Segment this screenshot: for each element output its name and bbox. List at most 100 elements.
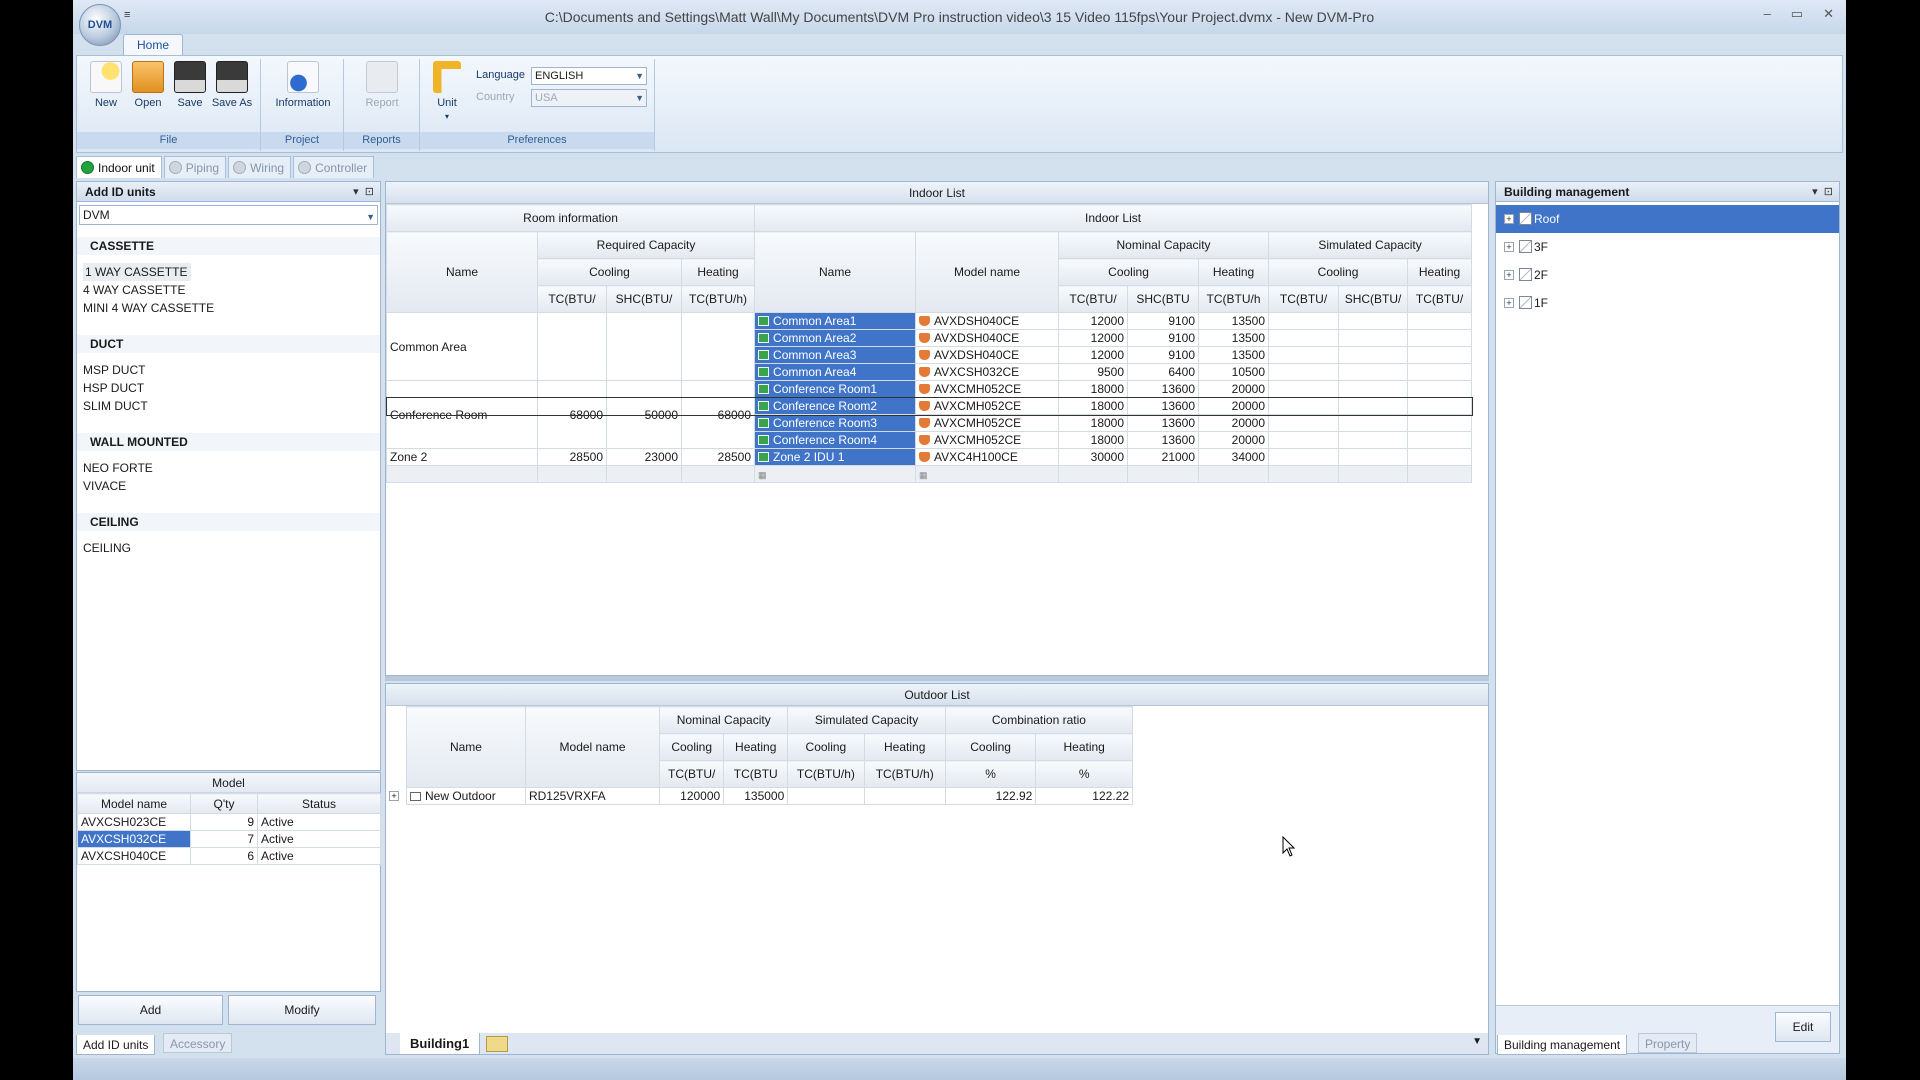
- simulated-tc-cell: [1268, 346, 1340, 364]
- tab-controller[interactable]: Controller: [293, 156, 375, 178]
- tab-home[interactable]: Home: [123, 34, 183, 56]
- table-row[interactable]: + New Outdoor RD125VRXFA 120000 135000 1…: [389, 787, 1133, 805]
- save-button[interactable]: Save: [169, 61, 211, 110]
- tab-property[interactable]: Property: [1638, 1033, 1698, 1053]
- outdoor-unit-icon: [410, 792, 421, 801]
- simulated-tc-cell: [1268, 431, 1340, 449]
- tab-wiring[interactable]: Wiring: [228, 156, 292, 178]
- report-button[interactable]: Report: [358, 61, 406, 110]
- model-name-cell: AVXCSH023CE: [77, 813, 191, 831]
- app-logo-button[interactable]: DVM: [79, 4, 121, 46]
- new-row-cell[interactable]: ▦: [754, 465, 917, 483]
- close-button[interactable]: ✕: [1823, 6, 1834, 22]
- splitter[interactable]: [385, 676, 1489, 681]
- expand-icon[interactable]: +: [1504, 214, 1514, 224]
- checkbox-icon[interactable]: [758, 401, 770, 411]
- table-row[interactable]: AVXCSH040CE 6 Active: [77, 847, 381, 865]
- tab-building-management[interactable]: Building management: [1497, 1035, 1628, 1055]
- expand-icon[interactable]: +: [1504, 298, 1514, 308]
- table-row[interactable]: AVXCSH032CE 7 Active: [77, 830, 381, 848]
- nominal-tc-cell: 12000: [1058, 312, 1129, 330]
- table-row[interactable]: Common Area Common Area1 AVXDSH040CE 120…: [386, 312, 1473, 381]
- unit-header: TC(BTU/: [1058, 285, 1129, 313]
- room-name-header[interactable]: Name: [386, 231, 538, 313]
- new-button[interactable]: New: [85, 61, 127, 110]
- model-name-header[interactable]: Model name: [77, 793, 191, 814]
- chevron-down-icon[interactable]: ▼: [1472, 1036, 1482, 1047]
- outdoor-model-header[interactable]: Model name: [524, 706, 661, 788]
- checkbox-icon[interactable]: [758, 384, 770, 394]
- room-shc-cell: [606, 312, 682, 381]
- status-header[interactable]: Status: [257, 793, 381, 814]
- checkbox-icon[interactable]: [758, 350, 770, 360]
- category-item[interactable]: MSP DUCT: [77, 361, 380, 379]
- category-item[interactable]: MINI 4 WAY CASSETTE: [77, 299, 380, 317]
- checkbox-icon[interactable]: [758, 316, 770, 326]
- room-tc-cell: 68000: [537, 380, 607, 449]
- checkbox-icon[interactable]: [758, 333, 770, 343]
- modify-button[interactable]: Modify: [228, 995, 376, 1025]
- tab-accessory[interactable]: Accessory: [163, 1033, 233, 1053]
- table-row[interactable]: AVXCSH023CE 9 Active: [77, 813, 381, 831]
- country-select[interactable]: USA ▼: [531, 89, 647, 107]
- save-as-button[interactable]: Save As: [211, 61, 253, 110]
- category-item[interactable]: NEO FORTE: [77, 459, 380, 477]
- unit-button[interactable]: Unit ▾: [426, 61, 468, 123]
- table-row[interactable]: Conference Room 68000 50000 68000 Confer…: [386, 380, 1473, 449]
- maximize-button[interactable]: ▭: [1791, 6, 1803, 22]
- checkbox-icon[interactable]: [758, 435, 770, 445]
- checkbox-icon[interactable]: [758, 418, 770, 428]
- category-wall-mounted: WALL MOUNTED: [77, 433, 380, 451]
- panel-menu-pin-icon[interactable]: ▾ ⊡: [353, 182, 374, 202]
- nominal-shc-cell: 9100: [1127, 312, 1200, 330]
- indoor-name-header[interactable]: Name: [754, 231, 917, 313]
- category-item[interactable]: SLIM DUCT: [77, 397, 380, 415]
- room-heat-cell: 68000: [680, 380, 756, 449]
- indoor-list-panel: Indoor List Room information Indoor List…: [385, 181, 1489, 676]
- simulated-heat-cell: [1407, 363, 1473, 381]
- category-item[interactable]: CEILING: [77, 539, 380, 557]
- add-building-icon[interactable]: [486, 1036, 508, 1052]
- series-select[interactable]: DVM ▼: [79, 205, 378, 225]
- language-select[interactable]: ENGLISH ▼: [531, 67, 647, 85]
- nominal-shc-cell: 13600: [1127, 414, 1200, 432]
- category-item[interactable]: 4 WAY CASSETTE: [77, 281, 380, 299]
- table-row-empty[interactable]: ▦ ▦: [386, 465, 1473, 483]
- expand-icon[interactable]: +: [1504, 270, 1514, 280]
- checkbox-icon[interactable]: [758, 367, 770, 377]
- tab-piping[interactable]: Piping: [163, 156, 227, 178]
- checkbox-icon[interactable]: [758, 452, 770, 462]
- category-item[interactable]: 1 WAY CASSETTE: [83, 263, 192, 281]
- room-heat-cell: [680, 312, 756, 381]
- tree-item-2f[interactable]: + 2F: [1496, 261, 1839, 289]
- qty-header[interactable]: Q'ty: [190, 793, 258, 814]
- model-name-header[interactable]: Model name: [915, 231, 1060, 313]
- tab-add-id-units[interactable]: Add ID units: [76, 1035, 156, 1055]
- minimize-button[interactable]: –: [1764, 6, 1771, 22]
- category-item[interactable]: VIVACE: [77, 477, 380, 495]
- edit-button[interactable]: Edit: [1775, 1012, 1831, 1042]
- tab-building1[interactable]: Building1: [400, 1033, 481, 1054]
- room-shc-cell: 50000: [606, 380, 682, 449]
- simulated-tc-cell: [1268, 380, 1340, 398]
- add-button[interactable]: Add: [78, 995, 223, 1025]
- nominal-heating-header: Heating: [1198, 258, 1270, 286]
- add-row-icon: ▦: [758, 470, 767, 480]
- expand-icon[interactable]: +: [389, 791, 399, 801]
- tab-indoor-unit[interactable]: Indoor unit: [76, 156, 162, 178]
- expand-icon[interactable]: +: [1504, 242, 1514, 252]
- unit-icon: [919, 401, 931, 411]
- chevron-down-icon: ▼: [635, 93, 644, 103]
- panel-menu-pin-icon[interactable]: ▾ ⊡: [1812, 182, 1833, 202]
- tree-item-1f[interactable]: + 1F: [1496, 289, 1839, 317]
- tree-item-3f[interactable]: + 3F: [1496, 233, 1839, 261]
- information-button[interactable]: Information: [269, 61, 337, 110]
- tree-item-roof[interactable]: + Roof: [1496, 205, 1839, 233]
- new-row-cell[interactable]: ▦: [915, 465, 1060, 483]
- table-row[interactable]: Zone 2 28500 23000 28500 Zone 2 IDU 1 AV…: [386, 448, 1473, 466]
- open-button[interactable]: Open: [127, 61, 169, 110]
- required-heating-header: Heating: [680, 258, 756, 286]
- outdoor-name-header[interactable]: Name: [406, 706, 526, 788]
- category-item[interactable]: HSP DUCT: [77, 379, 380, 397]
- unit-header: SHC(BTU/: [606, 285, 682, 313]
